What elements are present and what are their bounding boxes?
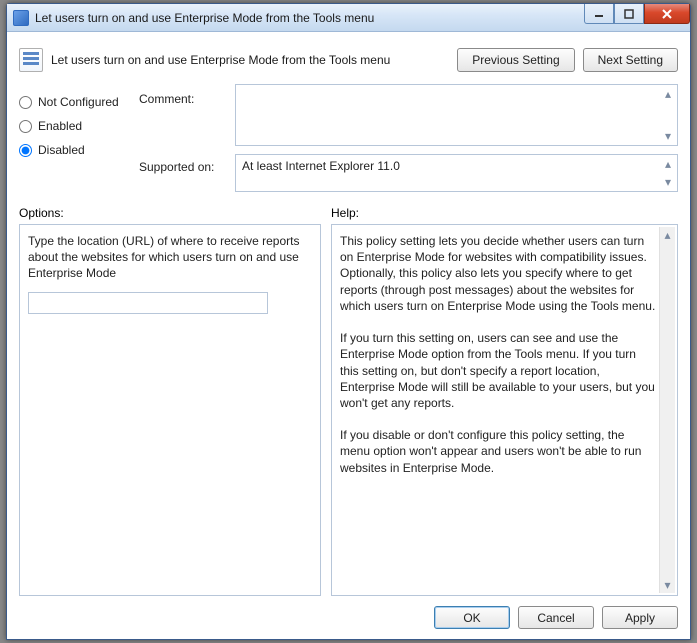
maximize-button[interactable] [614, 4, 644, 24]
radio-not-configured-label: Not Configured [38, 95, 119, 109]
section-labels: Options: Help: [19, 206, 678, 220]
options-description: Type the location (URL) of where to rece… [28, 233, 312, 282]
maximize-icon [624, 9, 634, 19]
help-text: This policy setting lets you decide whet… [340, 233, 657, 476]
comment-label: Comment: [139, 90, 227, 154]
ok-button[interactable]: OK [434, 606, 510, 629]
minimize-icon [594, 9, 604, 19]
state-radio-group: Not Configured Enabled Disabled [19, 84, 131, 192]
close-icon [661, 8, 673, 20]
supported-on-value: At least Internet Explorer 11.0 [236, 155, 677, 191]
supported-spinner: ▴ ▾ [661, 158, 675, 188]
supported-on-field: At least Internet Explorer 11.0 ▴ ▾ [235, 154, 678, 192]
minimize-button[interactable] [584, 4, 614, 24]
chevron-down-icon[interactable]: ▾ [661, 176, 675, 188]
radio-not-configured-input[interactable] [19, 96, 32, 109]
cancel-button[interactable]: Cancel [518, 606, 594, 629]
dialog-window: Let users turn on and use Enterprise Mod… [6, 3, 691, 640]
radio-disabled-input[interactable] [19, 144, 32, 157]
scroll-up-icon[interactable]: ▴ [660, 227, 675, 243]
close-button[interactable] [644, 4, 690, 24]
options-section-label: Options: [19, 206, 331, 220]
scroll-down-icon[interactable]: ▾ [660, 577, 675, 593]
field-labels: Comment: Supported on: [139, 84, 227, 192]
chevron-down-icon[interactable]: ▾ [661, 130, 675, 142]
radio-disabled-label: Disabled [38, 143, 85, 157]
app-icon [13, 10, 29, 26]
radio-disabled[interactable]: Disabled [19, 138, 131, 162]
radio-enabled-input[interactable] [19, 120, 32, 133]
options-panel: Type the location (URL) of where to rece… [19, 224, 321, 596]
config-row: Not Configured Enabled Disabled Comment:… [19, 84, 678, 192]
window-title: Let users turn on and use Enterprise Mod… [35, 11, 374, 25]
window-controls [584, 4, 690, 24]
dialog-footer: OK Cancel Apply [19, 596, 678, 629]
chevron-up-icon[interactable]: ▴ [661, 158, 675, 170]
help-scrollbar[interactable]: ▴ ▾ [659, 227, 675, 593]
policy-icon [19, 48, 43, 72]
report-url-input[interactable] [28, 292, 268, 314]
header-row: Let users turn on and use Enterprise Mod… [19, 40, 678, 80]
radio-enabled-label: Enabled [38, 119, 82, 133]
comment-value [236, 85, 677, 145]
next-setting-button[interactable]: Next Setting [583, 48, 678, 72]
help-section-label: Help: [331, 206, 359, 220]
field-values: ▴ ▾ At least Internet Explorer 11.0 ▴ ▾ [235, 84, 678, 192]
titlebar[interactable]: Let users turn on and use Enterprise Mod… [7, 4, 690, 32]
comment-spinner: ▴ ▾ [661, 88, 675, 142]
chevron-up-icon[interactable]: ▴ [661, 88, 675, 100]
comment-field[interactable]: ▴ ▾ [235, 84, 678, 146]
client-area: Let users turn on and use Enterprise Mod… [7, 32, 690, 639]
apply-button[interactable]: Apply [602, 606, 678, 629]
radio-not-configured[interactable]: Not Configured [19, 90, 131, 114]
radio-enabled[interactable]: Enabled [19, 114, 131, 138]
help-panel: This policy setting lets you decide whet… [331, 224, 678, 596]
page-title: Let users turn on and use Enterprise Mod… [51, 53, 449, 67]
supported-on-label: Supported on: [139, 154, 227, 174]
panels: Type the location (URL) of where to rece… [19, 224, 678, 596]
previous-setting-button[interactable]: Previous Setting [457, 48, 574, 72]
